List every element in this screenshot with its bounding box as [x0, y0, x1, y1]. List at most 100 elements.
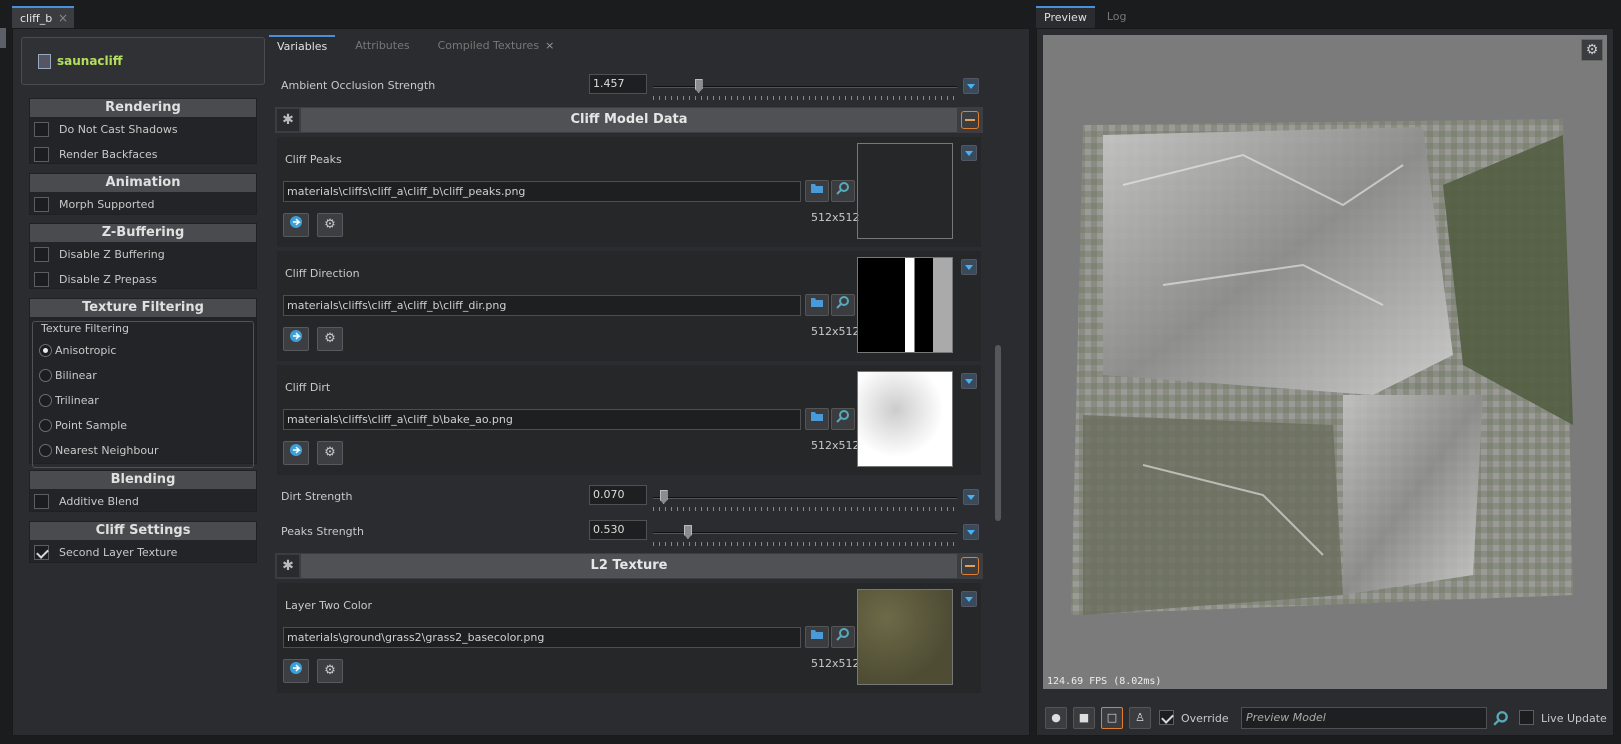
collapse-icon[interactable]	[961, 111, 979, 129]
variables-scrollbar[interactable]	[991, 59, 1005, 735]
close-icon[interactable]: ×	[58, 11, 68, 25]
dock-handle[interactable]	[0, 28, 6, 48]
chevron-down-icon[interactable]	[961, 145, 977, 161]
checkbox-additive-blend[interactable]: Additive Blend	[30, 489, 256, 514]
gear-icon[interactable]: ⚙	[1581, 39, 1603, 61]
refresh-icon[interactable]	[283, 213, 309, 237]
checkbox-disable-z-buffering[interactable]: Disable Z Buffering	[30, 242, 256, 267]
search-icon[interactable]	[831, 180, 855, 202]
radio-anisotropic[interactable]: Anisotropic	[33, 338, 253, 363]
checkbox-box[interactable]	[34, 122, 49, 137]
checkbox-box[interactable]	[34, 494, 49, 509]
peaks-strength-input[interactable]: 0.530	[589, 520, 647, 540]
checkbox-box[interactable]	[34, 272, 49, 287]
cube-icon[interactable]: ■	[1073, 707, 1095, 729]
texture-thumbnail[interactable]	[857, 589, 953, 685]
gear-icon[interactable]: ⚙	[317, 441, 343, 465]
checkbox-label: Disable Z Prepass	[59, 273, 158, 286]
ao-strength-input[interactable]: 1.457	[589, 74, 647, 94]
group-title: Texture Filtering	[41, 322, 130, 335]
cliff-settings-section: Cliff Settings Second Layer Texture	[29, 521, 257, 563]
search-icon[interactable]	[1493, 710, 1509, 729]
checkbox-box[interactable]	[34, 197, 49, 212]
folder-icon[interactable]	[805, 626, 829, 648]
radio-button[interactable]	[39, 419, 52, 432]
tab-compiled-textures[interactable]: Compiled Textures ×	[430, 35, 563, 57]
radio-trilinear[interactable]: Trilinear	[33, 388, 253, 413]
refresh-icon[interactable]	[283, 327, 309, 351]
live-update-label: Live Update	[1541, 712, 1607, 725]
slider-handle[interactable]	[694, 79, 703, 93]
folder-icon[interactable]	[805, 294, 829, 316]
checkbox-render-backfaces[interactable]: Render Backfaces	[30, 142, 256, 167]
slider-handle[interactable]	[683, 525, 692, 539]
checkbox-morph-supported[interactable]: Morph Supported	[30, 192, 256, 217]
checkbox-box[interactable]	[34, 545, 49, 560]
texture-thumbnail[interactable]	[857, 371, 953, 467]
chevron-down-icon[interactable]	[963, 489, 979, 505]
tab-log[interactable]: Log	[1099, 6, 1135, 28]
texture-thumbnail[interactable]	[857, 143, 953, 239]
preview-model-input[interactable]: Preview Model	[1241, 707, 1487, 729]
cliff-dirt-texture: Cliff Dirt materials\cliffs\cliff_a\clif…	[277, 365, 981, 475]
texture-path-input[interactable]: materials\ground\grass2\grass2_basecolor…	[283, 627, 801, 648]
tab-preview[interactable]: Preview	[1036, 6, 1095, 28]
radio-button[interactable]	[39, 369, 52, 382]
document-tab[interactable]: cliff_b ×	[12, 6, 74, 28]
chevron-down-icon[interactable]	[963, 78, 979, 94]
peaks-strength-row: Peaks Strength 0.530	[275, 515, 987, 549]
search-icon[interactable]	[831, 294, 855, 316]
texture-thumbnail[interactable]	[857, 257, 953, 353]
override-checkbox[interactable]	[1159, 710, 1174, 725]
chevron-down-icon[interactable]	[961, 591, 977, 607]
collapse-icon[interactable]	[961, 557, 979, 575]
radio-button[interactable]	[39, 444, 52, 457]
checkbox-disable-z-prepass[interactable]: Disable Z Prepass	[30, 267, 256, 292]
refresh-icon[interactable]	[283, 441, 309, 465]
radio-label: Trilinear	[55, 394, 99, 407]
slider-handle[interactable]	[659, 490, 668, 504]
radio-button[interactable]	[39, 394, 52, 407]
live-update-checkbox[interactable]	[1519, 710, 1534, 725]
sphere-icon[interactable]: ●	[1045, 707, 1067, 729]
gear-icon[interactable]: ⚙	[317, 327, 343, 351]
tab-attributes[interactable]: Attributes	[347, 35, 417, 57]
dirt-strength-slider[interactable]	[653, 480, 957, 514]
peaks-strength-slider[interactable]	[653, 515, 957, 549]
figure-icon[interactable]: ♙	[1129, 707, 1151, 729]
texture-filtering-section: Texture Filtering Texture Filtering Anis…	[29, 298, 257, 468]
search-icon[interactable]	[831, 408, 855, 430]
search-icon[interactable]	[831, 626, 855, 648]
folder-icon[interactable]	[805, 180, 829, 202]
gear-icon[interactable]: ⚙	[317, 213, 343, 237]
checkbox-do-not-cast-shadows[interactable]: Do Not Cast Shadows	[30, 117, 256, 142]
radio-button[interactable]	[39, 344, 52, 357]
texture-resolution: 512x512	[811, 657, 860, 670]
plane-icon[interactable]: □	[1101, 707, 1123, 729]
chevron-down-icon[interactable]	[963, 524, 979, 540]
dirt-strength-input[interactable]: 0.070	[589, 485, 647, 505]
ao-strength-slider[interactable]	[653, 69, 957, 103]
tab-variables[interactable]: Variables	[269, 35, 336, 57]
preview-viewport[interactable]: ⚙ 124.69 FPS (8.02ms)	[1043, 35, 1607, 689]
gear-icon[interactable]: ⚙	[317, 659, 343, 683]
gear-icon[interactable]: ✱	[277, 109, 299, 131]
refresh-icon[interactable]	[283, 659, 309, 683]
scrollbar-thumb[interactable]	[995, 345, 1001, 521]
texture-path-input[interactable]: materials\cliffs\cliff_a\cliff_b\cliff_d…	[283, 295, 801, 316]
chevron-down-icon[interactable]	[961, 259, 977, 275]
gear-icon[interactable]: ✱	[277, 555, 299, 577]
radio-nearest-neighbour[interactable]: Nearest Neighbour	[33, 438, 253, 463]
checkbox-box[interactable]	[34, 247, 49, 262]
chevron-down-icon[interactable]	[961, 373, 977, 389]
radio-bilinear[interactable]: Bilinear	[33, 363, 253, 388]
texture-label: Cliff Dirt	[285, 381, 331, 394]
checkbox-second-layer-texture[interactable]: Second Layer Texture	[30, 540, 256, 565]
texture-path-input[interactable]: materials\cliffs\cliff_a\cliff_b\cliff_p…	[283, 181, 801, 202]
radio-point-sample[interactable]: Point Sample	[33, 413, 253, 438]
texture-path-input[interactable]: materials\cliffs\cliff_a\cliff_b\bake_ao…	[283, 409, 801, 430]
close-icon[interactable]: ×	[545, 35, 554, 57]
texture-resolution: 512x512	[811, 439, 860, 452]
checkbox-box[interactable]	[34, 147, 49, 162]
folder-icon[interactable]	[805, 408, 829, 430]
